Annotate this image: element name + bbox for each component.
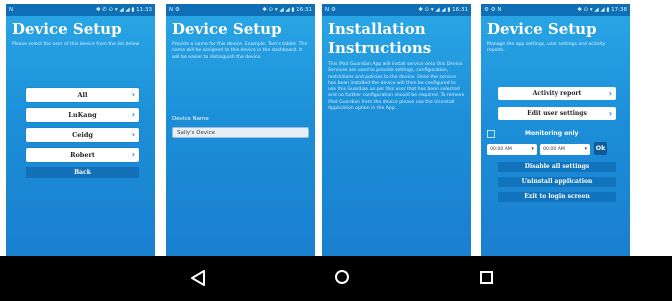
ok-button[interactable]: Ok (594, 142, 607, 155)
chevron-right-icon: › (131, 130, 135, 139)
instructions-text: This iPad Guardian App will install serv… (328, 62, 465, 112)
caret-down-icon: ▾ (584, 146, 587, 152)
back-triangle-icon[interactable] (190, 269, 206, 287)
status-right: ✱ ⊙ ▾ ◢ ◢ ▮ 17:38 (577, 7, 627, 13)
button-label: Edit user settings (527, 110, 587, 117)
time-to-select[interactable]: 00:00 AM ▾ (540, 144, 590, 155)
status-left: N (9, 7, 14, 13)
user-button-lukang[interactable]: LuKang › (26, 108, 139, 122)
back-button[interactable]: Back (26, 167, 139, 178)
screen-select-user: N ✱ ✆ ⊙ ▾ ◢ ◢ ▮ 11:33 Device Setup Pleas… (6, 4, 155, 256)
edit-user-settings-button[interactable]: Edit user settings › (498, 107, 616, 120)
screen-installation: N ⚙ ✱ ⊙ ▾ ◢ ◢ ▮ 16:31 Installation Instr… (322, 4, 471, 256)
chevron-right-icon: › (131, 110, 135, 119)
user-label: LuKang (68, 111, 97, 119)
page-title: Device Setup (487, 20, 597, 38)
screen-device-name: N ⚙ ✱ ⊙ ▾ ◢ ◢ ▮ 16:31 Device Setup Provi… (166, 4, 315, 256)
page-title: Device Setup (172, 20, 282, 38)
status-left: N ⚙ (169, 7, 180, 13)
page-title: Device Setup (12, 20, 122, 38)
status-bar: N ⚙ ✱ ⊙ ▾ ◢ ◢ ▮ 16:31 (166, 4, 315, 16)
monitoring-checkbox[interactable] (487, 130, 495, 138)
user-button-ceidg[interactable]: Ceidg › (26, 128, 139, 142)
user-button-robert[interactable]: Robert › (26, 148, 139, 162)
activity-report-button[interactable]: Activity report › (498, 87, 616, 100)
disable-settings-button[interactable]: Disable all settings (498, 162, 616, 172)
chevron-right-icon: › (131, 90, 135, 99)
monitoring-label: Monitoring only (525, 130, 579, 137)
status-bar: N ✱ ✆ ⊙ ▾ ◢ ◢ ▮ 11:33 (6, 4, 155, 16)
user-button-all[interactable]: All › (26, 88, 139, 102)
chevron-right-icon: › (131, 150, 135, 159)
screen-manage: ⚙ ⚙ N ✱ ⊙ ▾ ◢ ◢ ▮ 17:38 Device Setup Man… (481, 4, 630, 256)
user-label: All (77, 91, 88, 99)
time-from-value: 00:00 AM (490, 147, 512, 152)
status-left: N ⚙ (325, 7, 336, 13)
caret-down-icon: ▾ (531, 146, 534, 152)
device-name-field[interactable]: Sally's Device (172, 127, 309, 138)
status-right: ✱ ⊙ ▾ ◢ ◢ ▮ 16:31 (418, 7, 468, 13)
status-left: ⚙ ⚙ N (484, 7, 502, 13)
uninstall-button[interactable]: Uninstall application (498, 177, 616, 187)
status-right: ✱ ⊙ ▾ ◢ ◢ ▮ 16:31 (262, 7, 312, 13)
home-circle-icon[interactable] (335, 270, 349, 284)
instructions-text: Manage the app settings, user settings a… (487, 42, 606, 54)
time-to-value: 00:00 AM (543, 147, 565, 152)
user-label: Robert (70, 151, 95, 159)
navigation-bar (0, 256, 672, 301)
chevron-right-icon: › (608, 109, 612, 118)
button-label: Activity report (532, 90, 582, 97)
chevron-right-icon: › (608, 89, 612, 98)
instructions-text: Please select the user of this device fr… (12, 42, 140, 47)
page-title: Installation Instructions (328, 20, 432, 57)
status-right: ✱ ✆ ⊙ ▾ ◢ ◢ ▮ 11:33 (95, 7, 152, 13)
recents-square-icon[interactable] (480, 271, 493, 284)
time-from-select[interactable]: 00:00 AM ▾ (487, 144, 537, 155)
user-label: Ceidg (72, 131, 93, 139)
status-bar: N ⚙ ✱ ⊙ ▾ ◢ ◢ ▮ 16:31 (322, 4, 471, 16)
exit-login-button[interactable]: Exit to login screen (498, 192, 616, 202)
device-name-label: Device Name (172, 116, 209, 122)
instructions-text: Provide a name for this device. Example:… (172, 42, 308, 60)
status-bar: ⚙ ⚙ N ✱ ⊙ ▾ ◢ ◢ ▮ 17:38 (481, 4, 630, 16)
